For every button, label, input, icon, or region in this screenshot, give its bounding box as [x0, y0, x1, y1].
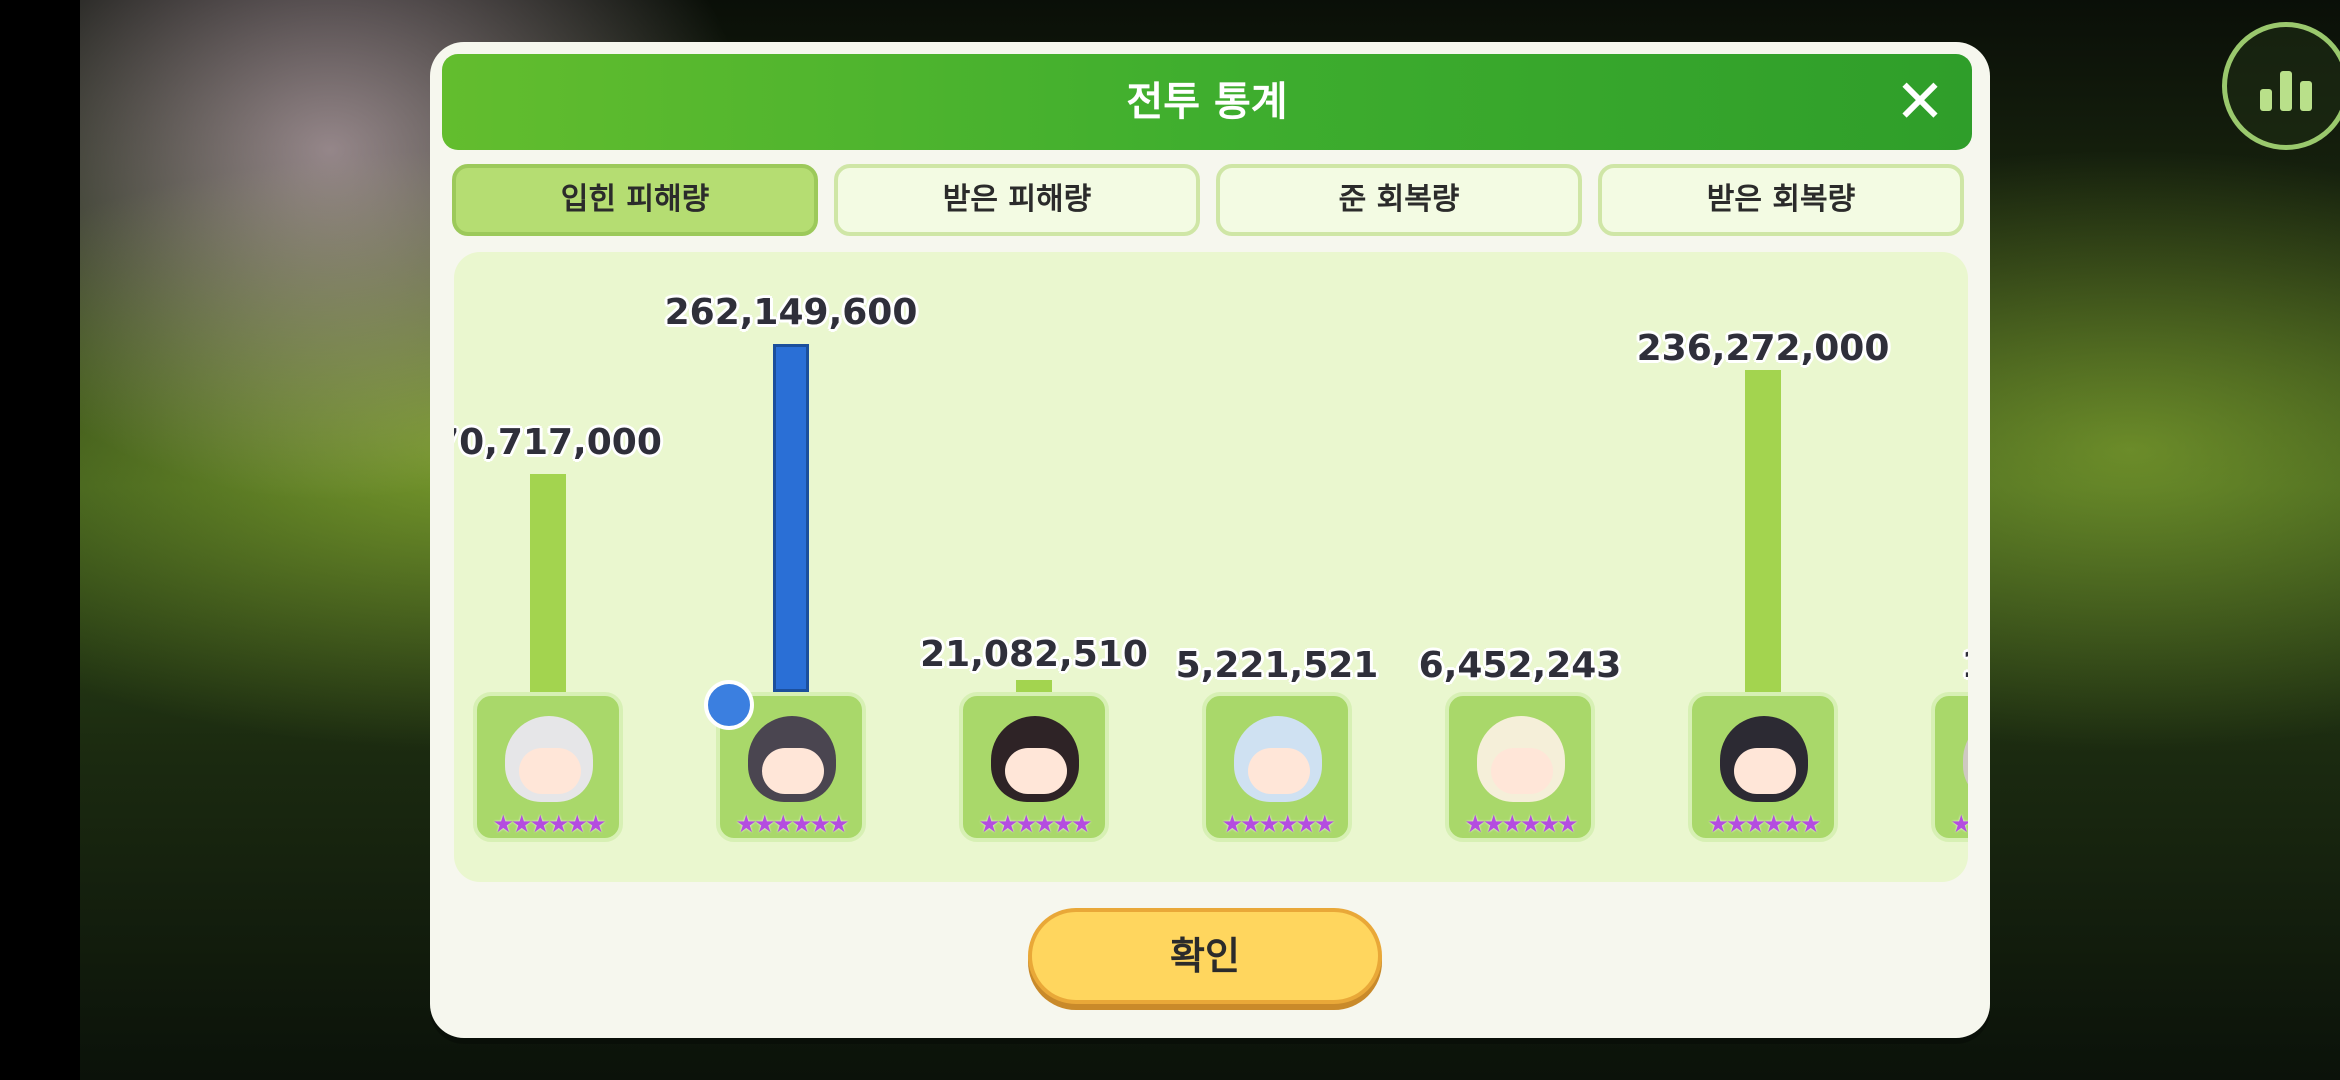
star-rating: ★★★★★★: [492, 810, 606, 838]
damage-bar: [530, 474, 566, 692]
character-face: [762, 748, 824, 794]
tab-healing-given[interactable]: 준 회복량: [1216, 164, 1582, 236]
red-hair-character-portrait[interactable]: ★★★★★★: [959, 692, 1109, 842]
star-rating: ★★★★★★: [1464, 810, 1578, 838]
modal-title: 전투 통계: [1126, 79, 1288, 125]
blue-hair-character-portrait[interactable]: ★★★★★★: [1202, 692, 1352, 842]
tab-healing-received[interactable]: 받은 회복량: [1598, 164, 1964, 236]
damage-bar: [1745, 370, 1781, 692]
star-rating: ★★★★★★: [735, 810, 849, 838]
damage-value-label: 11,8: [1846, 645, 1968, 686]
partial-character-portrait[interactable]: ★★★★★★: [1931, 692, 1968, 842]
black-hair-winged-character-portrait[interactable]: ★★★★★★: [1688, 692, 1838, 842]
tab-damage-taken[interactable]: 받은 피해량: [834, 164, 1200, 236]
damage-bar: [1016, 680, 1052, 692]
star-rating: ★★★★★★: [1221, 810, 1335, 838]
close-icon[interactable]: ✕: [1888, 70, 1952, 134]
damage-value-label: 262,149,600: [664, 292, 918, 333]
damage-column: 6,452,243 ★★★★★★: [1419, 252, 1621, 882]
confirm-button[interactable]: 확인: [1028, 908, 1382, 1004]
damage-column: 11,8★★★★★★: [1926, 252, 1968, 882]
battle-stats-modal: 전투 통계 ✕ 입힌 피해량 받은 피해량 준 회복량 받은 회복량 70,71…: [430, 42, 1990, 1038]
damage-column: 236,272,000 ★★★★★★: [1637, 252, 1889, 882]
character-face: [1734, 748, 1796, 794]
damage-column: 262,149,600 ★★★★★★: [665, 252, 917, 882]
character-hair: [1963, 716, 1968, 802]
modal-header: 전투 통계 ✕: [442, 54, 1972, 150]
damage-column: 70,717,000 ★★★★★★: [454, 252, 662, 882]
star-rating: ★★★★★★: [1950, 810, 1968, 838]
star-rating: ★★★★★★: [978, 810, 1092, 838]
character-face: [1491, 748, 1553, 794]
blonde-hair-character-portrait[interactable]: ★★★★★★: [1445, 692, 1595, 842]
damage-value-label: 6,452,243: [1418, 645, 1622, 686]
damage-chart-panel: 70,717,000 ★★★★★★ 262,149,600 ★★★★★★ 21,082,…: [454, 252, 1968, 882]
damage-value-label: 70,717,000: [454, 422, 662, 463]
character-face: [519, 748, 581, 794]
silver-hair-character-portrait[interactable]: ★★★★★★: [473, 692, 623, 842]
damage-value-label: 236,272,000: [1636, 328, 1890, 369]
tab-damage-dealt[interactable]: 입힌 피해량: [452, 164, 818, 236]
damage-column: 5,221,521 ★★★★★★: [1176, 252, 1378, 882]
star-rating: ★★★★★★: [1707, 810, 1821, 838]
bar-chart-icon[interactable]: [2222, 22, 2340, 150]
damage-column: 21,082,510 ★★★★★★: [920, 252, 1148, 882]
character-face: [1248, 748, 1310, 794]
mvp-badge-icon: [704, 680, 754, 730]
damage-bar: [773, 344, 809, 692]
character-face: [1005, 748, 1067, 794]
